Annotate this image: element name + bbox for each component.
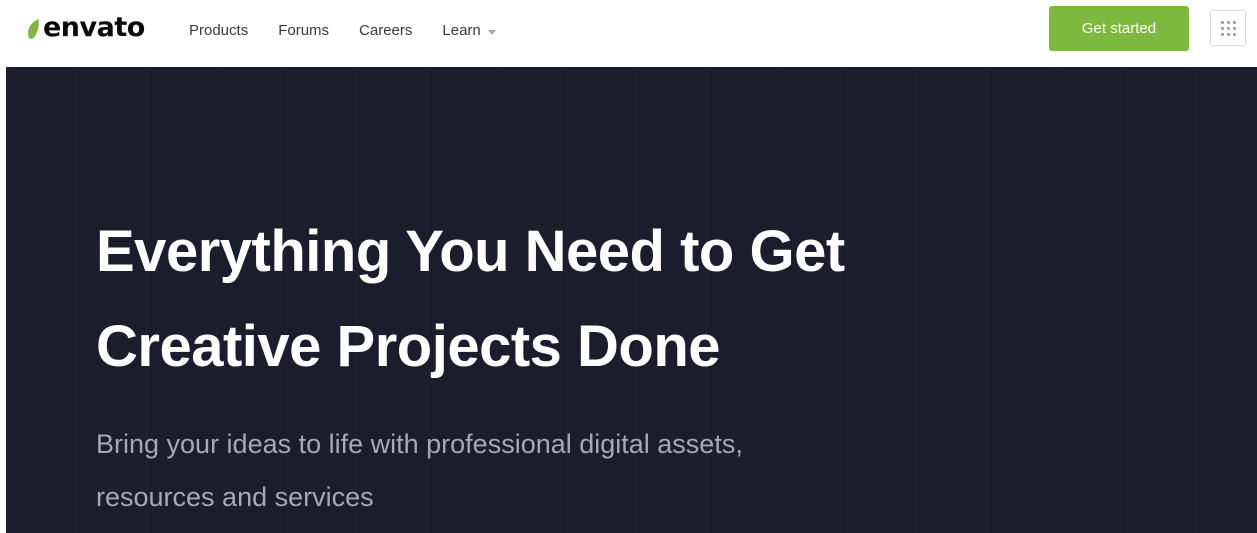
page: envato Products Forums Careers Learn Get… xyxy=(0,0,1257,533)
logo-text: envato xyxy=(43,12,145,43)
nav-item-learn-label: Learn xyxy=(442,22,481,39)
apps-menu-button[interactable] xyxy=(1210,10,1246,46)
get-started-button[interactable]: Get started xyxy=(1049,6,1189,51)
leaf-icon xyxy=(28,19,39,39)
chevron-down-icon xyxy=(487,29,496,35)
nav-item-learn[interactable]: Learn xyxy=(442,20,496,42)
hero-title-line-1: Everything You Need to Get xyxy=(96,219,845,284)
nav-item-forums[interactable]: Forums xyxy=(278,20,329,42)
hero-subtitle-line-2: resources and services xyxy=(96,482,374,512)
envato-logo[interactable]: envato xyxy=(26,11,145,45)
hero-title-line-2: Creative Projects Done xyxy=(96,314,721,379)
hero-title: Everything You Need to Get Creative Proj… xyxy=(96,204,1096,394)
nav-item-products[interactable]: Products xyxy=(189,20,248,42)
top-navigation-bar: envato Products Forums Careers Learn Get… xyxy=(0,0,1257,66)
hero-subtitle-line-1: Bring your ideas to life with profession… xyxy=(96,429,743,459)
main-nav: Products Forums Careers Learn xyxy=(189,20,526,42)
nav-item-careers[interactable]: Careers xyxy=(359,20,412,42)
hero-subtitle: Bring your ideas to life with profession… xyxy=(96,418,996,524)
grid-icon xyxy=(1220,20,1236,36)
hero-section: Everything You Need to Get Creative Proj… xyxy=(6,67,1257,533)
